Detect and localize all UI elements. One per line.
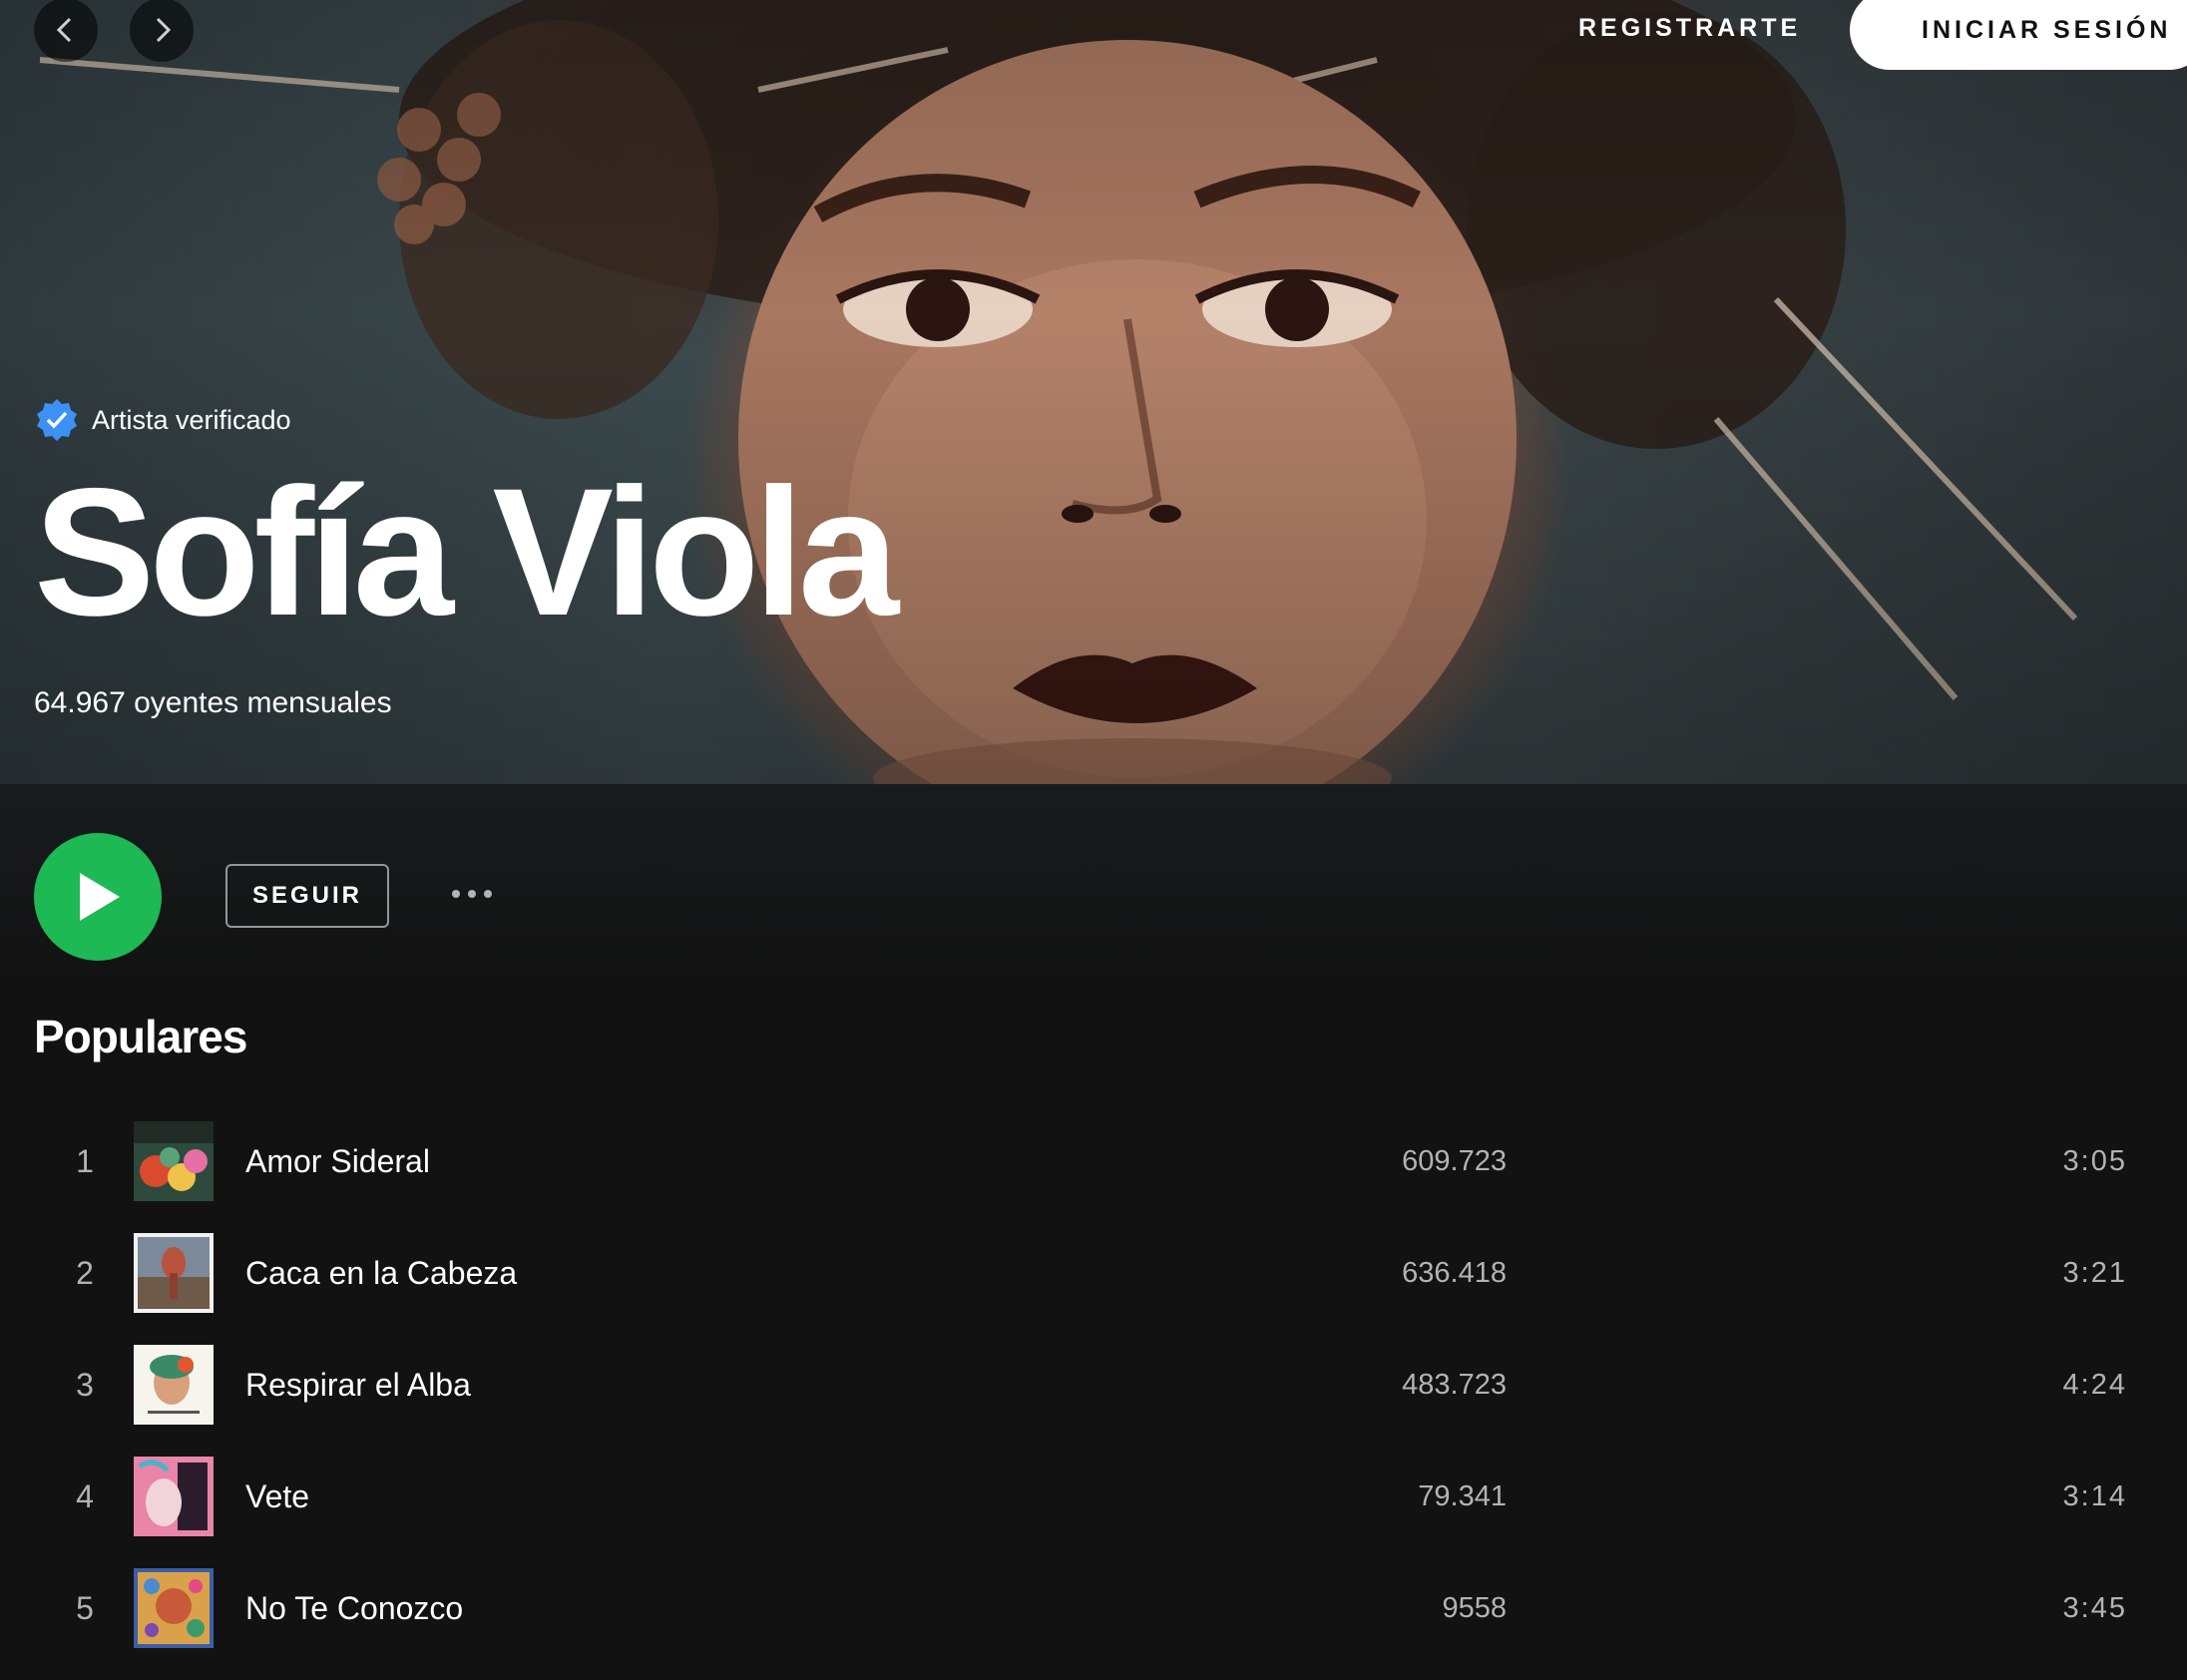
track-play-count: 79.341 xyxy=(1418,1479,1507,1512)
chevron-left-icon xyxy=(56,17,72,43)
forward-button[interactable] xyxy=(130,0,194,62)
play-button[interactable] xyxy=(34,833,162,961)
follow-button[interactable]: SEGUIR xyxy=(225,864,389,928)
track-title: Vete xyxy=(245,1477,310,1514)
signup-link[interactable]: REGISTRARTE xyxy=(1578,14,1801,43)
banner-shade xyxy=(0,0,2187,784)
track-row[interactable]: 3 Respirar el Alba 483.723 4:24 xyxy=(0,1329,2187,1441)
track-title: No Te Conozco xyxy=(245,1589,464,1626)
track-row[interactable]: 4 Vete 79.341 3:14 xyxy=(0,1441,2187,1552)
play-icon xyxy=(80,873,120,921)
track-duration: 3:05 xyxy=(2062,1144,2127,1177)
track-row[interactable]: 5 No Te Conozco 9558 3:45 xyxy=(0,1552,2187,1664)
album-cover-image xyxy=(134,1568,214,1648)
more-icon-dot xyxy=(468,890,476,898)
track-number: 4 xyxy=(76,1477,94,1514)
track-play-count: 636.418 xyxy=(1402,1256,1507,1289)
album-cover-image xyxy=(134,1457,214,1536)
more-icon xyxy=(452,890,460,898)
more-options-button[interactable] xyxy=(437,874,507,914)
back-button[interactable] xyxy=(34,0,98,62)
track-row[interactable]: 1 Amor Sideral 609.723 3:05 xyxy=(0,1105,2187,1217)
verified-artist-badge: Artista verificado xyxy=(34,397,291,443)
popular-track-list: 1 Amor Sideral 609.723 3:05 2 Caca en la… xyxy=(0,1105,2187,1664)
track-play-count: 609.723 xyxy=(1402,1144,1507,1177)
track-number: 1 xyxy=(76,1142,94,1179)
album-cover-image xyxy=(134,1121,214,1201)
track-number: 5 xyxy=(76,1589,94,1626)
more-icon-dot xyxy=(484,890,492,898)
artist-name: Sofía Viola xyxy=(34,450,899,653)
track-play-count: 9558 xyxy=(1442,1591,1507,1624)
verified-label: Artista verificado xyxy=(92,404,291,435)
artist-header-banner: REGISTRARTE INICIAR SESIÓN Artista verif… xyxy=(0,0,2187,784)
album-cover-image xyxy=(134,1233,214,1313)
track-duration: 3:45 xyxy=(2062,1591,2127,1624)
track-title: Amor Sideral xyxy=(245,1142,430,1179)
popular-section-title: Populares xyxy=(34,1011,247,1062)
track-duration: 3:14 xyxy=(2062,1479,2127,1512)
track-row[interactable]: 2 Caca en la Cabeza 636.418 3:21 xyxy=(0,1217,2187,1329)
track-duration: 4:24 xyxy=(2062,1368,2127,1401)
track-number: 3 xyxy=(76,1366,94,1403)
track-play-count: 483.723 xyxy=(1402,1368,1507,1401)
track-title: Caca en la Cabeza xyxy=(245,1254,518,1291)
track-number: 2 xyxy=(76,1254,94,1291)
verified-badge-icon xyxy=(37,399,77,441)
monthly-listeners: 64.967 oyentes mensuales xyxy=(34,686,392,719)
login-button[interactable]: INICIAR SESIÓN xyxy=(1850,0,2187,70)
track-duration: 3:21 xyxy=(2062,1256,2127,1289)
track-title: Respirar el Alba xyxy=(245,1366,471,1403)
chevron-right-icon xyxy=(156,17,172,43)
album-cover-image xyxy=(134,1345,214,1425)
